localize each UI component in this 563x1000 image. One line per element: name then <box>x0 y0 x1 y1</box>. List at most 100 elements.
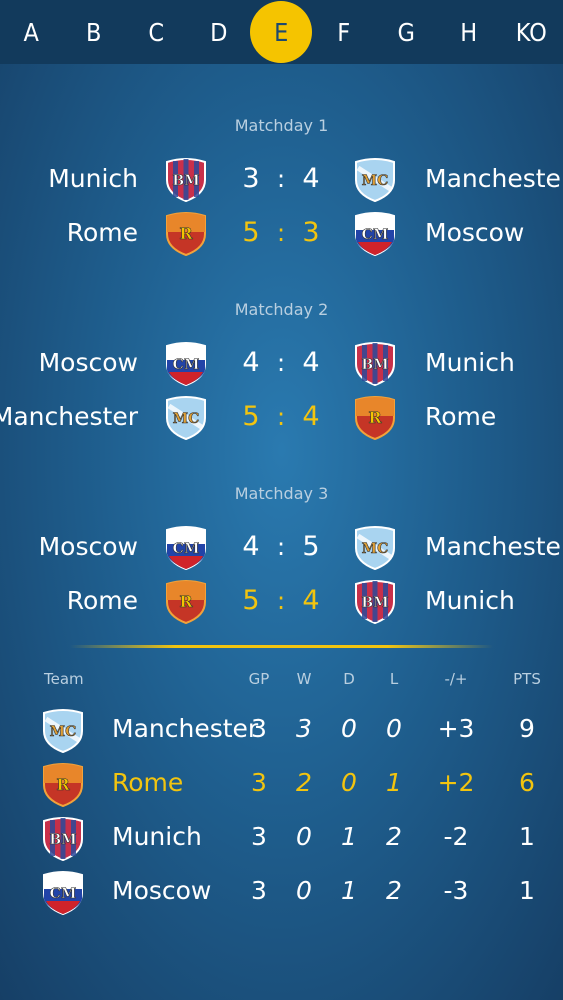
svg-text:R: R <box>179 224 193 243</box>
tab-ko[interactable]: KO <box>500 0 563 64</box>
tab-b[interactable]: B <box>63 0 126 64</box>
tab-label: H <box>460 17 478 47</box>
goal-difference: +3 <box>437 714 475 743</box>
svg-text:CM: CM <box>173 541 200 557</box>
away-score: 4 <box>302 401 320 432</box>
team-badge-icon: MC <box>40 707 86 754</box>
tab-g[interactable]: G <box>375 0 438 64</box>
svg-text:MC: MC <box>362 541 389 557</box>
wins: 0 <box>296 822 312 851</box>
home-score: 3 <box>242 163 260 194</box>
draws: 1 <box>341 876 357 905</box>
team-badge-icon: R <box>40 761 86 808</box>
points: 1 <box>519 876 535 905</box>
away-team: Manchester <box>425 532 563 561</box>
home-team: Manchester <box>0 402 138 431</box>
score-separator: : <box>276 219 286 247</box>
tab-f[interactable]: F <box>313 0 376 64</box>
home-score: 5 <box>242 217 260 248</box>
score-separator: : <box>276 587 286 615</box>
table-row[interactable]: CM Moscow 3 0 1 2 -3 1 <box>0 866 563 916</box>
tab-d[interactable]: D <box>188 0 251 64</box>
goal-difference: +2 <box>437 768 475 797</box>
wins: 3 <box>296 714 312 743</box>
games-played: 3 <box>251 768 267 797</box>
header-team: Team <box>44 670 84 688</box>
team-name: Munich <box>112 822 202 851</box>
table-header: Team GP W D L -/+ PTS <box>0 670 563 690</box>
svg-text:R: R <box>179 592 193 611</box>
tab-label: KO <box>515 17 547 47</box>
wins: 2 <box>296 768 312 797</box>
svg-text:BM: BM <box>49 832 76 848</box>
goal-difference: -3 <box>443 876 469 905</box>
games-played: 3 <box>251 876 267 905</box>
points: 6 <box>519 768 535 797</box>
home-team: Moscow <box>38 532 138 561</box>
team-name: Manchester <box>112 714 259 743</box>
tab-label: A <box>23 17 39 47</box>
svg-text:CM: CM <box>50 886 77 902</box>
home-badge-icon: CM <box>163 340 209 387</box>
score-separator: : <box>276 533 286 561</box>
match-row[interactable]: Manchester MC 5 : 4 R Rome <box>0 392 563 442</box>
home-team: Moscow <box>38 348 138 377</box>
home-team: Munich <box>48 164 138 193</box>
tab-h[interactable]: H <box>438 0 501 64</box>
away-score: 5 <box>302 531 320 562</box>
away-badge-icon: R <box>352 394 398 441</box>
home-team: Rome <box>66 586 138 615</box>
games-played: 3 <box>251 822 267 851</box>
away-badge-icon: BM <box>352 340 398 387</box>
away-badge-icon: BM <box>352 578 398 625</box>
away-team: Rome <box>425 402 497 431</box>
team-badge-icon: CM <box>40 869 86 916</box>
home-score: 4 <box>242 531 260 562</box>
away-badge-icon: CM <box>352 210 398 257</box>
matchday-title: Matchday 1 <box>234 116 329 135</box>
points: 1 <box>519 822 535 851</box>
matchday-title: Matchday 2 <box>234 300 329 319</box>
tab-e[interactable]: E <box>250 0 313 64</box>
away-badge-icon: MC <box>352 524 398 571</box>
tab-c[interactable]: C <box>125 0 188 64</box>
home-badge-icon: MC <box>163 394 209 441</box>
match-row[interactable]: Rome R 5 : 4 BM Munich <box>0 576 563 626</box>
svg-text:CM: CM <box>362 227 389 243</box>
table-row[interactable]: MC Manchester 3 3 0 0 +3 9 <box>0 704 563 754</box>
header-l: L <box>389 670 399 688</box>
losses: 2 <box>386 822 402 851</box>
away-team: Munich <box>425 348 515 377</box>
match-row[interactable]: Moscow CM 4 : 5 MC Manchester <box>0 522 563 572</box>
tab-a[interactable]: A <box>0 0 63 64</box>
match-row[interactable]: Munich BM 3 : 4 MC Manchester <box>0 154 563 204</box>
home-score: 5 <box>242 401 260 432</box>
header-d: D <box>343 670 355 688</box>
draws: 0 <box>341 714 357 743</box>
header-pts: PTS <box>513 670 541 688</box>
svg-text:R: R <box>56 775 70 794</box>
home-badge-icon: R <box>163 578 209 625</box>
tab-label: D <box>210 17 228 47</box>
home-team: Rome <box>66 218 138 247</box>
table-row[interactable]: R Rome 3 2 0 1 +2 6 <box>0 758 563 808</box>
home-badge-icon: R <box>163 210 209 257</box>
away-team: Manchester <box>425 164 563 193</box>
tab-label: C <box>148 17 165 47</box>
matchday-title: Matchday 3 <box>234 484 329 503</box>
match-row[interactable]: Moscow CM 4 : 4 BM Munich <box>0 338 563 388</box>
team-badge-icon: BM <box>40 815 86 862</box>
home-score: 5 <box>242 585 260 616</box>
away-team: Munich <box>425 586 515 615</box>
home-badge-icon: BM <box>163 156 209 203</box>
table-row[interactable]: BM Munich 3 0 1 2 -2 1 <box>0 812 563 862</box>
draws: 0 <box>341 768 357 797</box>
tab-label: B <box>86 17 102 47</box>
draws: 1 <box>341 822 357 851</box>
svg-text:MC: MC <box>173 411 200 427</box>
group-tabs: A B C D E F G H KO <box>0 0 563 64</box>
goal-difference: -2 <box>443 822 469 851</box>
match-row[interactable]: Rome R 5 : 3 CM Moscow <box>0 208 563 258</box>
svg-text:MC: MC <box>362 173 389 189</box>
score-separator: : <box>276 349 286 377</box>
